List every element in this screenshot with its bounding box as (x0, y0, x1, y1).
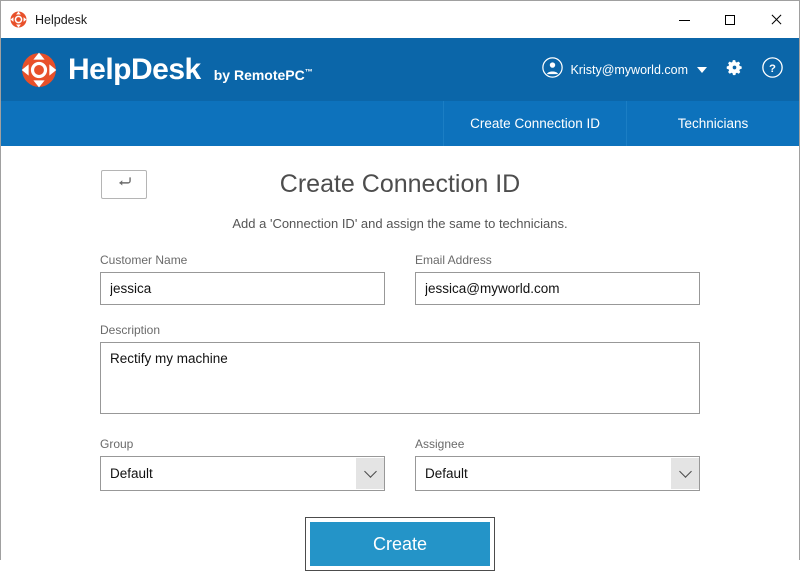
chevron-down-icon (679, 465, 692, 478)
brand-name: HelpDesk (68, 53, 201, 87)
email-address-input[interactable] (415, 272, 700, 305)
group-selected-value: Default (101, 466, 356, 481)
lifebuoy-icon (21, 52, 57, 88)
back-button[interactable] (101, 170, 147, 199)
svg-text:?: ? (769, 62, 776, 74)
assignee-selected-value: Default (416, 466, 671, 481)
email-address-label: Email Address (415, 253, 700, 267)
settings-button[interactable] (724, 57, 745, 83)
create-connection-form: Customer Name Email Address Description … (100, 253, 700, 571)
question-circle-icon: ? (762, 57, 783, 83)
gear-icon (724, 57, 745, 83)
tab-technicians[interactable]: Technicians (626, 101, 799, 146)
field-description: Description (100, 323, 700, 419)
customer-name-input[interactable] (100, 272, 385, 305)
title-bar-left: Helpdesk (1, 11, 87, 28)
create-button-focus-ring: Create (305, 517, 495, 571)
assignee-select[interactable]: Default (415, 456, 700, 491)
maximize-icon (725, 15, 735, 25)
group-dropdown-button[interactable] (356, 458, 384, 489)
account-menu[interactable]: Kristy@myworld.com (542, 57, 707, 83)
lifebuoy-icon (10, 11, 27, 28)
help-button[interactable]: ? (762, 57, 783, 83)
field-email-address: Email Address (415, 253, 700, 305)
group-label: Group (100, 437, 385, 451)
chevron-down-icon (364, 465, 377, 478)
tab-create-connection-id[interactable]: Create Connection ID (443, 101, 626, 146)
chevron-down-icon (697, 67, 707, 73)
navigation-bar: Create Connection ID Technicians (1, 101, 799, 146)
create-button[interactable]: Create (310, 522, 490, 566)
brand-by-text: by RemotePC (214, 67, 305, 83)
minimize-icon (679, 20, 690, 21)
main-content: Create Connection ID Add a 'Connection I… (1, 146, 799, 571)
description-label: Description (100, 323, 700, 337)
page-subtitle: Add a 'Connection ID' and assign the sam… (1, 216, 799, 231)
maximize-button[interactable] (707, 1, 753, 38)
minimize-button[interactable] (661, 1, 707, 38)
account-email: Kristy@myworld.com (570, 63, 688, 77)
description-textarea[interactable] (100, 342, 700, 414)
close-icon (770, 14, 782, 26)
field-group: Group Default (100, 437, 385, 491)
app-window: Helpdesk (0, 0, 800, 560)
form-row-name-email: Customer Name Email Address (100, 253, 700, 305)
form-row-group-assignee: Group Default Assignee Default (100, 437, 700, 491)
user-circle-icon (542, 57, 563, 83)
title-bar: Helpdesk (1, 1, 799, 38)
assignee-dropdown-button[interactable] (671, 458, 699, 489)
customer-name-label: Customer Name (100, 253, 385, 267)
brand-header: HelpDesk by RemotePC™ Kristy@myworld.com (1, 38, 799, 101)
window-title: Helpdesk (35, 13, 87, 27)
trademark-symbol: ™ (305, 67, 313, 76)
page-header: Create Connection ID (1, 168, 799, 208)
brand-tagline: by RemotePC™ (214, 67, 313, 88)
assignee-label: Assignee (415, 437, 700, 451)
brand-logo: HelpDesk by RemotePC™ (21, 52, 313, 88)
window-controls (661, 1, 799, 38)
close-button[interactable] (753, 1, 799, 38)
header-actions: Kristy@myworld.com ? (542, 57, 783, 83)
submit-area: Create (100, 517, 700, 571)
back-arrow-icon (117, 176, 132, 194)
field-assignee: Assignee Default (415, 437, 700, 491)
form-row-description: Description (100, 323, 700, 419)
group-select[interactable]: Default (100, 456, 385, 491)
field-customer-name: Customer Name (100, 253, 385, 305)
